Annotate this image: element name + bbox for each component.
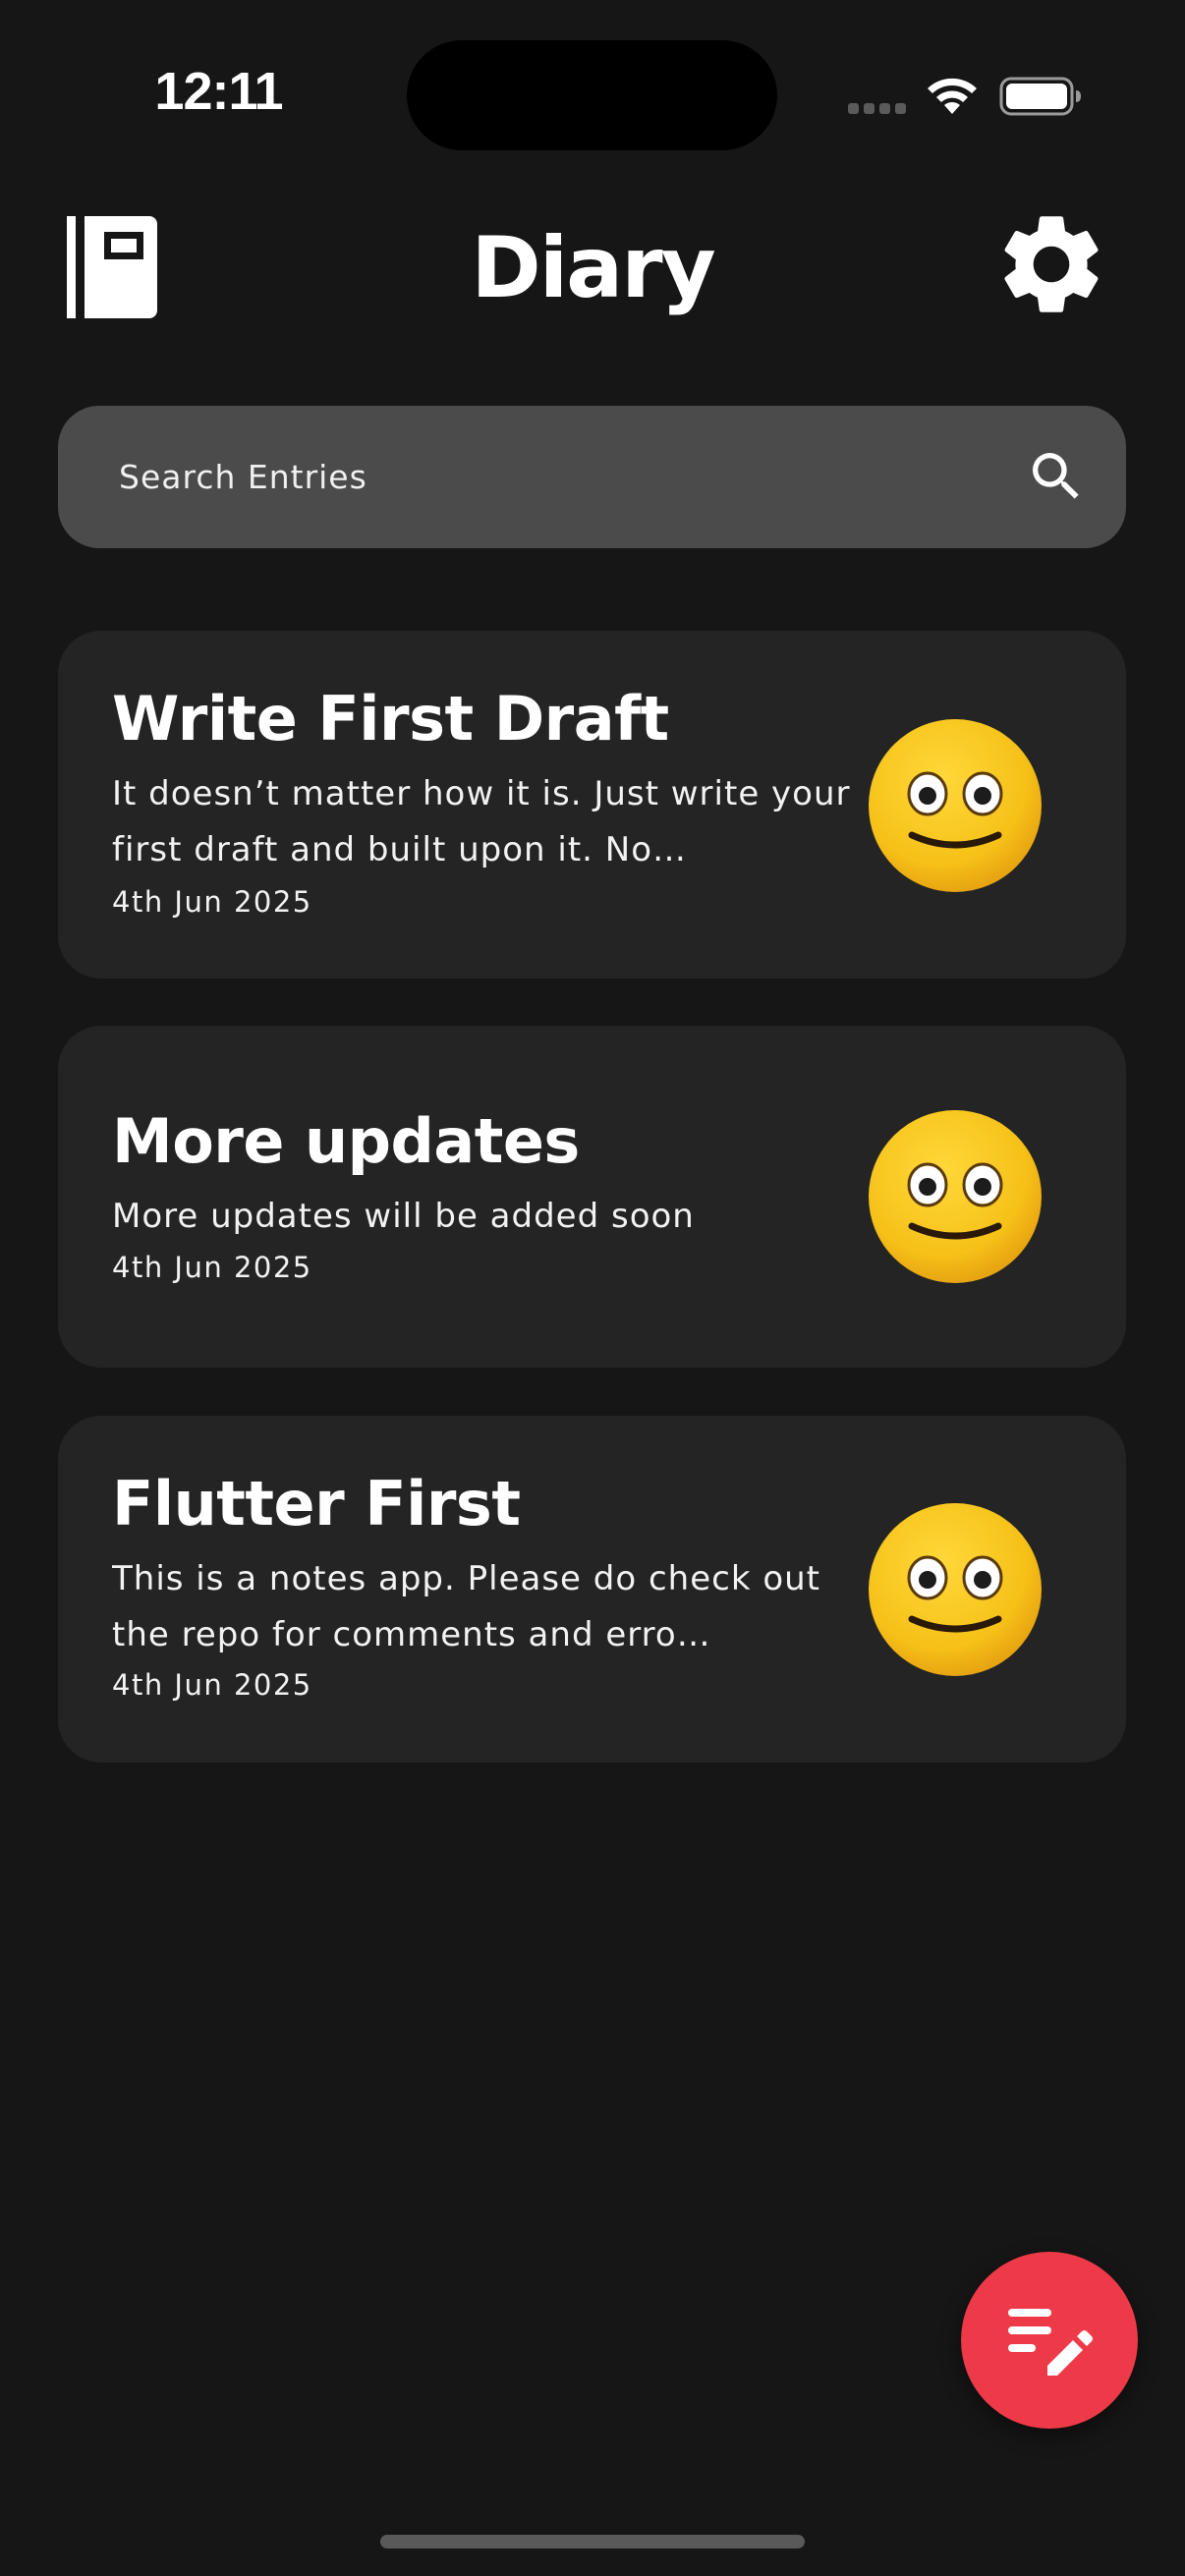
home-indicator[interactable] xyxy=(380,2535,805,2548)
entry-body: More updates will be added soon xyxy=(112,1197,695,1236)
notebook-icon[interactable] xyxy=(67,210,157,320)
entry-card[interactable]: Write First Draft It doesn’t matter how … xyxy=(58,631,1126,979)
wifi-icon xyxy=(928,78,977,114)
entry-body: It doesn’t matter how it is. Just write … xyxy=(112,774,851,869)
entry-title: More updates xyxy=(112,1105,580,1177)
new-entry-button[interactable] xyxy=(961,2252,1138,2429)
entry-date: 4th Jun 2025 xyxy=(112,1668,312,1702)
battery-icon xyxy=(999,77,1081,116)
app-title: Diary xyxy=(471,219,715,317)
entry-date: 4th Jun 2025 xyxy=(112,1251,312,1284)
gear-icon[interactable] xyxy=(991,204,1111,324)
slightly-smiling-face-icon xyxy=(869,1110,1042,1283)
app-header: Diary xyxy=(0,187,1185,354)
slightly-smiling-face-icon xyxy=(869,1503,1042,1676)
edit-note-icon xyxy=(1008,2309,1093,2376)
entry-card[interactable]: More updates More updates will be added … xyxy=(58,1026,1126,1368)
dynamic-island xyxy=(407,40,777,150)
cellular-signal-icon xyxy=(848,101,909,115)
search-icon[interactable] xyxy=(1025,445,1088,508)
search-bar[interactable] xyxy=(58,406,1126,548)
status-time: 12:11 xyxy=(154,62,283,121)
entry-title: Write First Draft xyxy=(112,683,669,755)
entry-date: 4th Jun 2025 xyxy=(112,885,312,919)
status-bar: 12:11 xyxy=(0,0,1185,177)
slightly-smiling-face-icon xyxy=(869,719,1042,892)
search-input[interactable] xyxy=(119,451,984,502)
entry-title: Flutter First xyxy=(112,1468,521,1540)
entry-body: This is a notes app. Please do check out… xyxy=(112,1559,820,1654)
entry-card[interactable]: Flutter First This is a notes app. Pleas… xyxy=(58,1416,1126,1763)
